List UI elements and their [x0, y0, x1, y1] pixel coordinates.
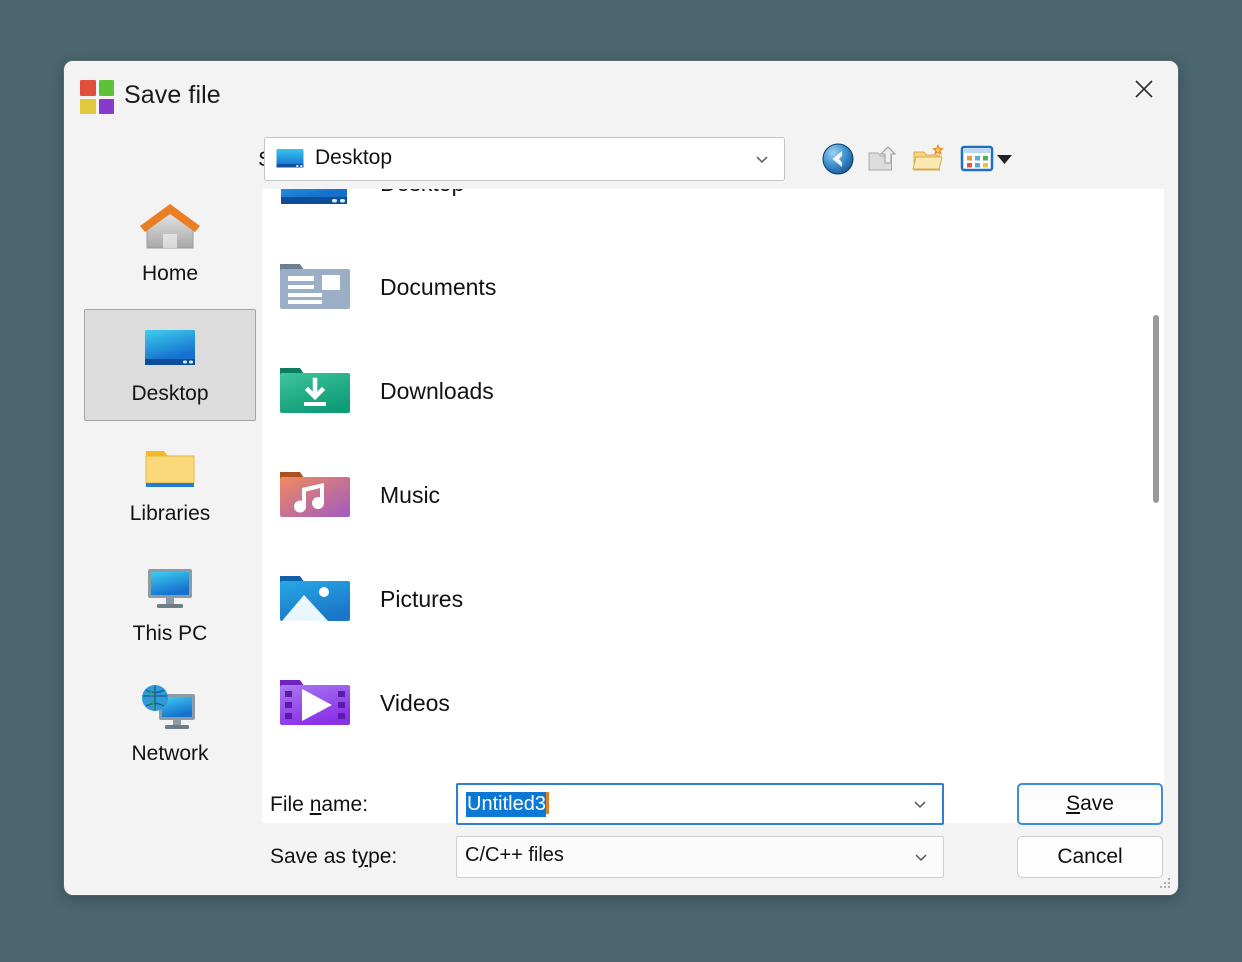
sidebar-item-label: Network	[131, 742, 209, 765]
list-item[interactable]: Desktop	[262, 189, 1164, 235]
sidebar-item-libraries[interactable]: Libraries	[84, 429, 256, 541]
list-item-label: Desktop	[380, 189, 464, 197]
documents-folder-icon	[280, 264, 350, 309]
list-item-label: Music	[380, 481, 441, 508]
places-sidebar: Home Desktop Libraries This PC Network	[78, 189, 262, 823]
chevron-down-icon	[756, 156, 768, 164]
sidebar-item-label: Desktop	[131, 382, 209, 405]
save-in-combobox[interactable]: Desktop	[264, 137, 785, 181]
back-arrow-icon[interactable]	[819, 140, 857, 178]
save-button-label: ave	[1080, 792, 1114, 815]
save-as-type-label: Save as type:	[270, 845, 398, 868]
close-icon[interactable]	[1110, 61, 1178, 117]
views-grid-icon[interactable]	[958, 140, 996, 178]
resize-grip-icon[interactable]	[1158, 876, 1172, 890]
list-item-label: Downloads	[380, 377, 494, 404]
music-folder-icon	[280, 472, 350, 517]
sidebar-item-desktop[interactable]: Desktop	[84, 309, 256, 421]
title-bar: Save file	[64, 61, 1178, 131]
file-list-scrollbar[interactable]	[1148, 189, 1164, 823]
save-in-value: Desktop	[315, 146, 393, 169]
file-list[interactable]: Desktop Documents	[262, 189, 1164, 823]
chevron-down-icon[interactable]	[912, 796, 928, 812]
windows-logo-icon	[78, 78, 116, 116]
cancel-button-label: Cancel	[1057, 845, 1123, 868]
chevron-down-icon[interactable]	[913, 849, 929, 865]
file-name-value: Untitled3	[466, 792, 546, 817]
list-item[interactable]: Videos	[262, 651, 1164, 755]
desktop-icon	[276, 149, 304, 168]
scrollbar-thumb[interactable]	[1153, 315, 1159, 503]
file-name-label: File name:	[270, 793, 369, 816]
network-icon	[142, 685, 195, 729]
home-icon	[140, 204, 200, 249]
cancel-button[interactable]: Cancel	[1017, 836, 1163, 878]
new-folder-icon[interactable]	[911, 140, 949, 178]
views-dropdown-arrow-icon[interactable]	[996, 153, 1013, 166]
text-caret	[545, 792, 549, 814]
libraries-icon	[145, 451, 195, 487]
list-item-label: Documents	[380, 273, 497, 300]
list-item[interactable]: Pictures	[262, 547, 1164, 651]
sidebar-item-network[interactable]: Network	[84, 669, 256, 781]
this-pc-icon	[148, 569, 192, 608]
desktop-icon	[145, 330, 195, 365]
sidebar-item-label: Home	[141, 262, 199, 285]
sidebar-item-this-pc[interactable]: This PC	[84, 549, 256, 661]
save-as-type-combobox[interactable]: C/C++ files	[456, 836, 944, 878]
sidebar-item-home[interactable]: Home	[84, 189, 256, 301]
pictures-folder-icon	[280, 576, 350, 621]
videos-folder-icon	[280, 680, 350, 725]
list-item[interactable]: Documents	[262, 235, 1164, 339]
file-name-input[interactable]: Untitled3	[456, 783, 944, 825]
sidebar-item-label: This PC	[132, 622, 208, 645]
list-item[interactable]: Downloads	[262, 339, 1164, 443]
list-item-label: Videos	[380, 689, 450, 716]
save-button-mnemonic: S	[1066, 792, 1081, 815]
list-item[interactable]: Music	[262, 443, 1164, 547]
list-item-label: Pictures	[380, 585, 464, 612]
up-folder-icon	[868, 146, 897, 171]
downloads-folder-icon	[280, 368, 350, 413]
sidebar-item-label: Libraries	[129, 502, 211, 525]
save-file-dialog: Save file Save in: Desktop	[64, 61, 1178, 895]
save-button[interactable]: Save	[1017, 783, 1163, 825]
save-as-type-value: C/C++ files	[465, 844, 564, 866]
desktop-folder-icon	[281, 189, 347, 204]
window-title: Save file	[124, 81, 221, 109]
